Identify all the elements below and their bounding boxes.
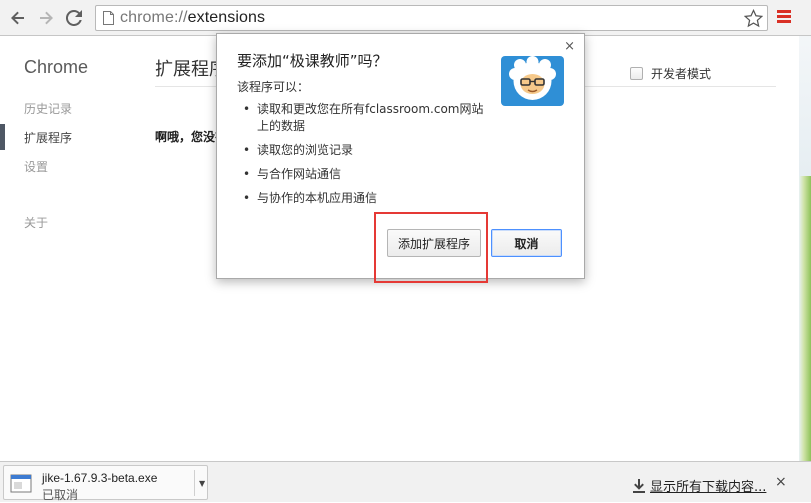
sidebar-item-history[interactable]: 历史记录 <box>24 100 72 117</box>
dialog-title: 要添加“极课教师”吗？ <box>237 52 388 70</box>
add-extension-dialog: × 要添加“极课教师”吗？ 该程序可以： 读取和更改您在所有fclassroom… <box>216 33 585 283</box>
url-text: chrome://extensions <box>120 9 266 26</box>
list-item: 与协作的本机应用通信 <box>241 190 491 207</box>
back-button[interactable] <box>8 8 28 28</box>
file-icon <box>10 474 32 493</box>
download-status: 已取消 <box>42 488 79 502</box>
active-indicator <box>0 124 5 150</box>
download-item[interactable]: jike-1.67.9.3-beta.exe 已取消 ▼ <box>3 465 208 502</box>
reload-icon <box>66 10 82 26</box>
show-all-downloads-link[interactable]: 显示所有下载内容... <box>633 476 766 495</box>
reload-button[interactable] <box>64 8 84 28</box>
close-icon[interactable]: × <box>775 475 787 489</box>
list-item: 读取您的浏览记录 <box>241 142 491 159</box>
annotation-highlight-box <box>374 212 488 283</box>
chrome-menu-icon[interactable] <box>777 10 791 25</box>
divider <box>194 470 195 496</box>
show-all-downloads-label: 显示所有下载内容... <box>650 480 767 495</box>
extension-logo-icon <box>501 56 564 106</box>
sidebar-item-about[interactable]: 关于 <box>24 214 48 231</box>
sidebar-item-settings[interactable]: 设置 <box>24 158 48 175</box>
page-icon <box>103 11 114 25</box>
dialog-subtitle: 该程序可以： <box>237 80 310 94</box>
chrome-brand: Chrome <box>24 57 89 77</box>
background-window-edge <box>799 36 811 461</box>
sidebar-item-extensions[interactable]: 扩展程序 <box>24 129 72 146</box>
list-item: 与合作网站通信 <box>241 166 491 183</box>
empty-state-message: 啊哦，您没有安装扩展程序 <box>155 130 217 144</box>
arrow-right-icon <box>40 11 53 25</box>
list-item: 读取和更改您在所有fclassroom.com网站上的数据 <box>241 101 491 135</box>
download-file-name: jike-1.67.9.3-beta.exe <box>42 471 158 485</box>
address-bar[interactable]: chrome://extensions <box>95 5 768 31</box>
forward-button[interactable] <box>36 8 56 28</box>
close-icon[interactable]: × <box>564 40 575 53</box>
developer-mode-toggle[interactable]: 开发者模式 <box>630 65 711 82</box>
permission-list: 读取和更改您在所有fclassroom.com网站上的数据 读取您的浏览记录 与… <box>241 101 491 214</box>
developer-mode-label: 开发者模式 <box>651 67 712 81</box>
developer-mode-checkbox[interactable] <box>630 67 643 80</box>
cancel-button[interactable]: 取消 <box>491 229 562 257</box>
chevron-down-icon[interactable]: ▼ <box>199 479 205 488</box>
download-icon <box>633 478 645 493</box>
browser-toolbar: chrome://extensions <box>0 0 811 36</box>
bookmark-star-icon[interactable] <box>744 9 763 28</box>
arrow-left-icon <box>11 11 24 25</box>
download-shelf: jike-1.67.9.3-beta.exe 已取消 ▼ 显示所有下载内容...… <box>0 461 811 502</box>
